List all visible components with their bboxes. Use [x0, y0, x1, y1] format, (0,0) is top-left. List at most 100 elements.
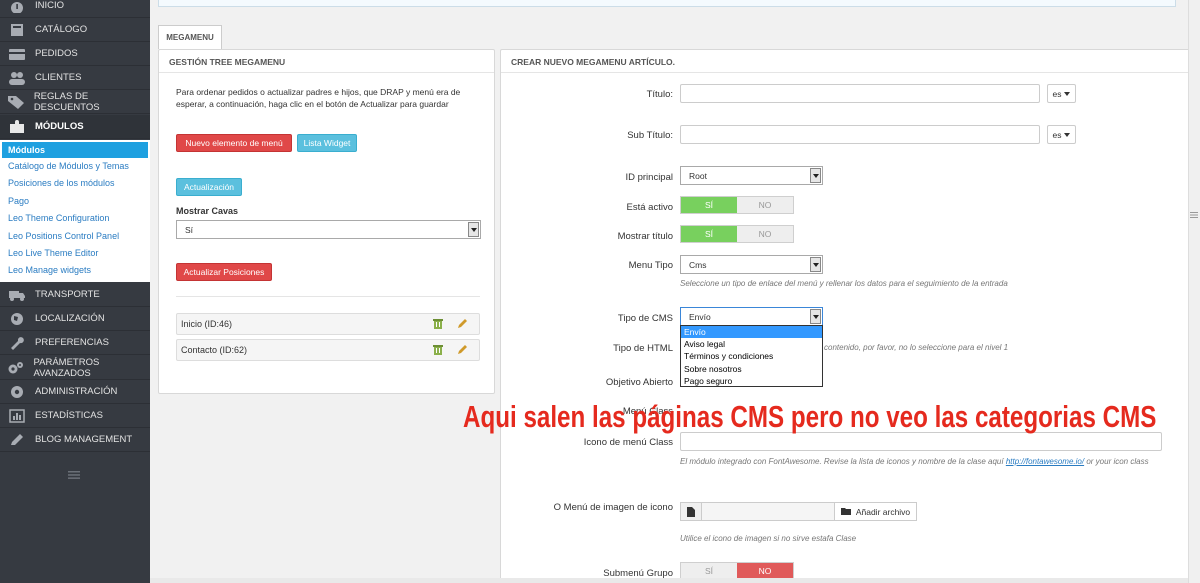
sidebar-item-label: Parámetros avanzados	[33, 356, 100, 379]
submenu: Módulos Catálogo de Módulos y Temas Posi…	[0, 140, 150, 282]
icon-help-text: El módulo integrado con FontAwesome. Rev…	[680, 457, 1004, 466]
top-alert-bar	[158, 0, 1176, 7]
cms-option[interactable]: Sobre nosotros	[681, 363, 822, 375]
subtitle-input[interactable]	[680, 125, 1040, 144]
title-label: Título:	[646, 89, 673, 100]
update-button[interactable]: Actualización	[176, 178, 242, 196]
active-label: Está activo	[626, 202, 673, 213]
tree-item[interactable]: Inicio (ID:46)	[176, 313, 480, 335]
sidebar-item-modulos[interactable]: Módulos	[0, 115, 150, 139]
subtitle-lang-select[interactable]: es	[1047, 125, 1076, 144]
sidebar-item-administracion[interactable]: Administración	[0, 380, 150, 404]
toggle-yes[interactable]: SÍ	[681, 563, 737, 579]
bottom-scrollbar[interactable]	[150, 578, 1200, 583]
scrollbar-grip-icon[interactable]	[1190, 210, 1198, 218]
show-title-toggle[interactable]: SÍ NO	[680, 225, 794, 243]
panel-title: CREAR NUEVO MEGAMENU ARTÍCULO.	[501, 50, 1200, 73]
truck-icon	[6, 287, 28, 303]
tree-item[interactable]: Contacto (ID:62)	[176, 339, 480, 361]
html-type-help: contenido, por favor, no lo seleccione p…	[824, 343, 1009, 352]
trash-icon[interactable]	[433, 318, 443, 329]
divider	[176, 296, 480, 297]
toggle-yes[interactable]: SÍ	[681, 226, 737, 242]
parent-id-value: Root	[689, 170, 707, 181]
cms-type-dropdown: Envío Aviso legal Términos y condiciones…	[680, 325, 823, 387]
trash-icon[interactable]	[433, 344, 443, 355]
submenu-item-leo-theme[interactable]: Leo Theme Configuration	[0, 210, 150, 227]
submenu-item-leo-widgets[interactable]: Leo Manage widgets	[0, 262, 150, 279]
tree-description: Para ordenar pedidos o actualizar padres…	[176, 87, 461, 109]
tab-megamenu[interactable]: MEGAMENU	[158, 25, 222, 49]
submenu-item-leo-live[interactable]: Leo Live Theme Editor	[0, 245, 150, 262]
toggle-yes[interactable]: SÍ	[681, 197, 737, 213]
annotation-text: Aqui salen las páginas CMS pero no veo l…	[463, 399, 1157, 434]
sidebar-item-parametros[interactable]: Parámetros avanzados	[0, 356, 150, 380]
toggle-no[interactable]: NO	[737, 563, 793, 579]
sidebar-item-localizacion[interactable]: Localización	[0, 307, 150, 331]
file-icon	[687, 507, 695, 517]
dashboard-icon	[6, 0, 28, 14]
sidebar-item-blog[interactable]: Blog Management	[0, 428, 150, 452]
sidebar-item-estadisticas[interactable]: Estadísticas	[0, 404, 150, 428]
subtitle-label: Sub Título:	[627, 130, 673, 141]
sidebar-item-label: Catálogo	[35, 24, 88, 35]
cms-option[interactable]: Aviso legal	[681, 338, 822, 350]
menu-type-select[interactable]: Cms	[680, 255, 823, 274]
sidebar-item-preferencias[interactable]: Preferencias	[0, 331, 150, 355]
cms-option[interactable]: Términos y condiciones	[681, 350, 822, 362]
lang-value: es	[1052, 88, 1062, 99]
new-menu-item-button[interactable]: Nuevo elemento de menú	[176, 134, 292, 152]
sidebar-item-catalogo[interactable]: Catálogo	[0, 18, 150, 42]
add-file-label: Añadir archivo	[855, 506, 911, 517]
title-lang-select[interactable]: es	[1047, 84, 1076, 103]
menu-type-value: Cms	[689, 259, 707, 270]
sidebar-item-label: Administración	[35, 386, 118, 397]
folder-open-icon	[840, 508, 851, 515]
sidebar-item-label: Clientes	[35, 72, 82, 83]
sidebar-item-pedidos[interactable]: Pedidos	[0, 42, 150, 66]
chevron-down-icon	[810, 309, 821, 324]
sidebar-item-label: Blog Management	[35, 434, 133, 445]
active-toggle[interactable]: SÍ NO	[680, 196, 794, 214]
vertical-scrollbar[interactable]	[1188, 0, 1200, 583]
icon-help-text-2: or your icon class	[1086, 457, 1149, 466]
icon-class-label: Icono de menú Class	[583, 437, 673, 448]
menu-type-help: Seleccione un tipo de enlace del menú y …	[680, 279, 1008, 288]
edit-pencil-icon[interactable]	[457, 344, 467, 355]
file-name-field[interactable]	[701, 503, 835, 520]
submenu-item-leo-positions[interactable]: Leo Positions Control Panel	[0, 228, 150, 245]
submenu-item-modulos[interactable]: Módulos	[2, 142, 148, 158]
target-label: Objetivo Abierto	[605, 377, 673, 388]
menu-type-label: Menu Tipo	[628, 260, 673, 271]
caret-down-icon	[1064, 91, 1071, 96]
collapse-menu-icon[interactable]	[68, 470, 80, 480]
parent-id-select[interactable]: Root	[680, 166, 823, 185]
cogs-icon	[6, 360, 26, 376]
parent-id-label: ID principal	[625, 172, 673, 183]
toggle-no[interactable]: NO	[737, 226, 793, 242]
title-input[interactable]	[680, 84, 1040, 103]
edit-pencil-icon[interactable]	[457, 318, 467, 329]
update-positions-button[interactable]: Actualizar Posiciones	[176, 263, 272, 281]
toggle-no[interactable]: NO	[737, 197, 793, 213]
submenu-item-catalogo[interactable]: Catálogo de Módulos y Temas	[0, 158, 150, 175]
credit-card-icon	[6, 46, 28, 62]
sidebar-item-transporte[interactable]: Transporte	[0, 283, 150, 307]
pencil-icon	[6, 432, 28, 448]
sidebar-item-reglas[interactable]: Reglas de descuentos	[0, 90, 150, 114]
sidebar-item-inicio[interactable]: Inicio	[0, 0, 150, 18]
submenu-item-pago[interactable]: Pago	[0, 193, 150, 210]
submenu-item-posiciones[interactable]: Posiciones de los módulos	[0, 175, 150, 192]
cms-type-select[interactable]: Envío	[680, 307, 823, 326]
add-file-button[interactable]: Añadir archivo	[834, 502, 917, 521]
sidebar-item-label: Módulos	[35, 121, 84, 132]
sidebar-item-label: Pedidos	[35, 48, 78, 59]
fontawesome-link[interactable]: http://fontawesome.io/	[1006, 457, 1084, 466]
cms-option[interactable]: Pago seguro	[681, 375, 822, 387]
widget-list-button[interactable]: Lista Widget	[297, 134, 357, 152]
sidebar-item-clientes[interactable]: Clientes	[0, 66, 150, 90]
file-path-box	[680, 502, 835, 521]
cms-option[interactable]: Envío	[681, 326, 822, 339]
show-cavas-select[interactable]: Sí	[176, 220, 481, 239]
tree-item-label: Inicio (ID:46)	[181, 319, 233, 329]
